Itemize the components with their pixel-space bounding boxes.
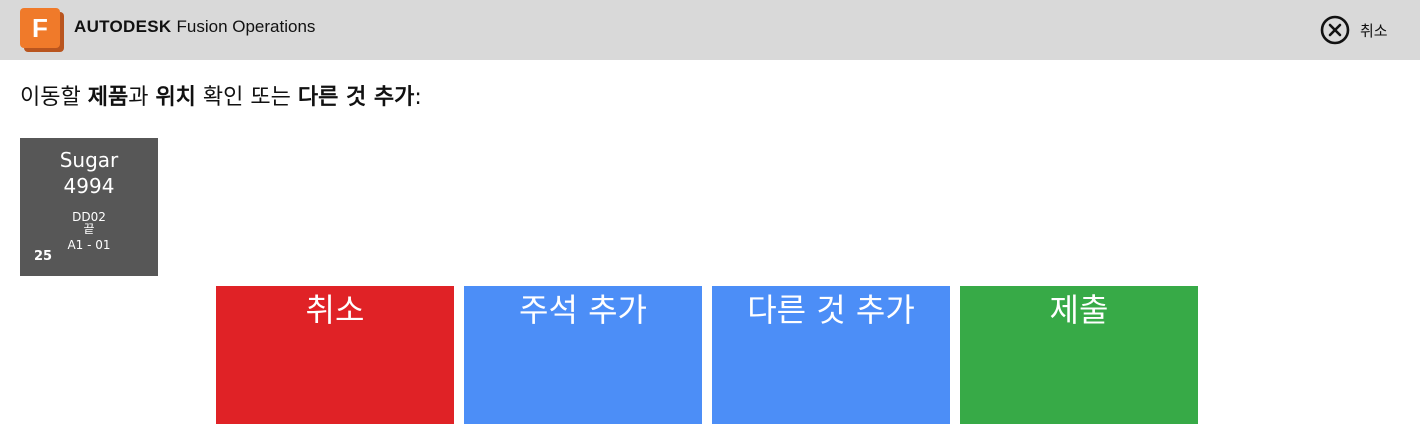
instruction-text: 이동할 제품과 위치 확인 또는 다른 것 추가: <box>20 84 422 112</box>
item-tile[interactable]: Sugar 4994 DD02 끝 A1 - 01 25 <box>20 138 158 276</box>
cancel-button[interactable]: 취소 <box>216 286 454 424</box>
logo-letter: F <box>20 8 60 48</box>
autodesk-fusion-logo-icon: F <box>20 8 64 52</box>
app-title: AUTODESK Fusion Operations <box>74 16 315 38</box>
instruction-location: 위치 <box>155 85 196 110</box>
add-note-button[interactable]: 주석 추가 <box>464 286 702 424</box>
instruction-product: 제품 <box>87 85 129 110</box>
instruction-part: : <box>414 85 422 110</box>
close-circle-icon <box>1320 15 1350 45</box>
top-bar: F AUTODESK Fusion Operations 취소 <box>0 0 1420 60</box>
instruction-add-other: 다른 것 추가 <box>297 85 415 110</box>
item-position: 끝 <box>83 222 95 236</box>
item-name: Sugar <box>59 148 119 172</box>
add-other-button[interactable]: 다른 것 추가 <box>712 286 950 424</box>
app-title-brand: AUTODESK <box>74 17 172 36</box>
header-cancel-label: 취소 <box>1360 21 1388 40</box>
item-quantity: 25 <box>34 249 53 264</box>
instruction-part: 확인 또는 <box>195 85 298 110</box>
instruction-part: 과 <box>128 85 156 110</box>
instruction-part: 이동할 <box>20 85 88 110</box>
app-title-product: Fusion Operations <box>176 17 316 36</box>
submit-button[interactable]: 제출 <box>960 286 1198 424</box>
header-cancel-button[interactable]: 취소 <box>1320 15 1388 45</box>
item-code: 4994 <box>63 174 115 198</box>
